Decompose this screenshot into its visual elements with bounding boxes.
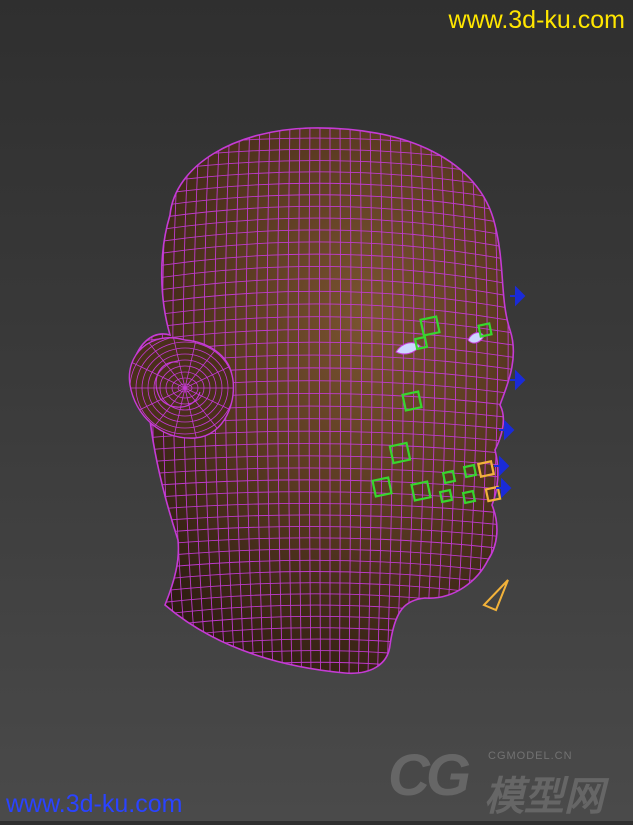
arrow-control-icon[interactable] <box>510 369 526 391</box>
cgmodel-logo: CG CGMODEL.CN 模型网 <box>388 742 626 820</box>
watermark-bottom: www.3d-ku.com <box>6 790 183 818</box>
3d-viewport[interactable]: www.3d-ku.com www.3d-ku.com CG CGMODEL.C… <box>0 0 633 821</box>
arrow-control-icon[interactable] <box>510 285 526 307</box>
watermark-top: www.3d-ku.com <box>448 6 625 34</box>
logo-site: CGMODEL.CN <box>488 750 573 762</box>
head-scene <box>128 127 526 675</box>
logo-cn: 模型网 <box>484 774 604 820</box>
diamond-control-icon[interactable] <box>482 579 509 612</box>
logo-letters: CG <box>388 743 471 808</box>
